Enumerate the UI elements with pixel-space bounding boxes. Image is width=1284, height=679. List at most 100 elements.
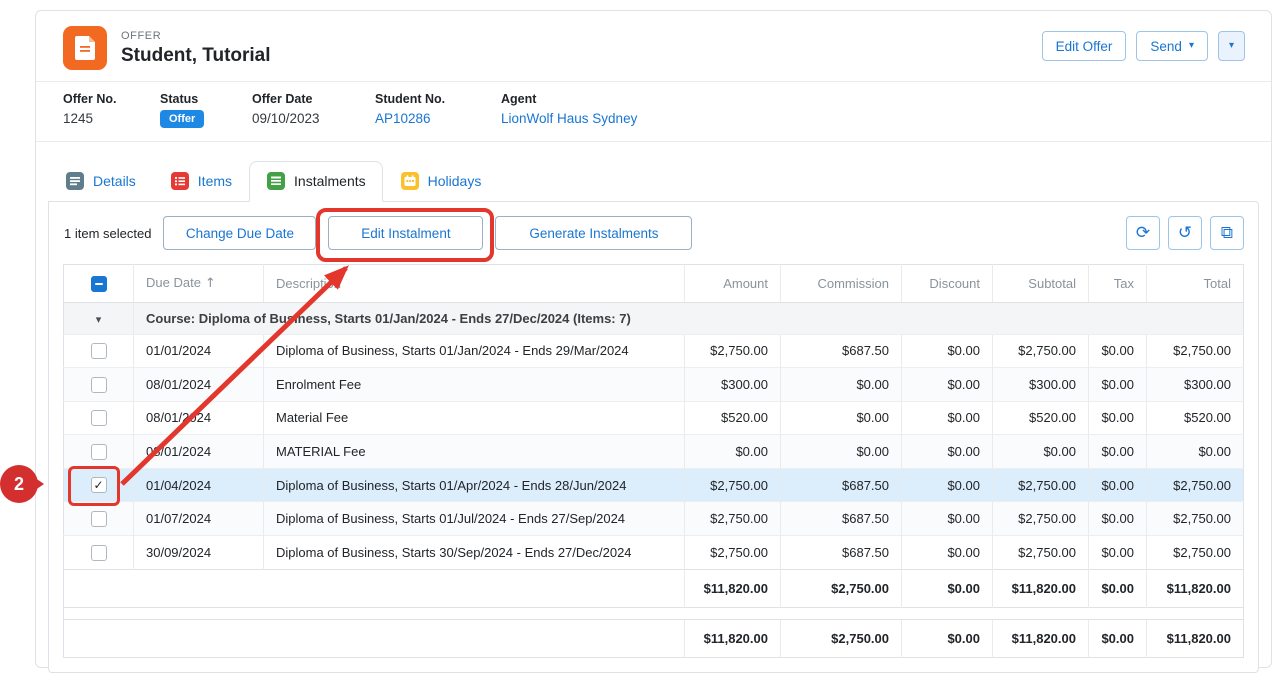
col-subtotal[interactable]: Subtotal: [993, 265, 1089, 303]
change-due-date-button[interactable]: Change Due Date: [163, 216, 316, 250]
cell-subtotal: $2,750.00: [993, 334, 1089, 368]
col-due-date[interactable]: Due Date↑: [134, 265, 264, 303]
row-checkbox[interactable]: [91, 477, 107, 493]
row-checkbox[interactable]: [91, 410, 107, 426]
generate-instalments-button[interactable]: Generate Instalments: [495, 216, 692, 250]
cell-total: $0.00: [1147, 435, 1244, 469]
cell-total: $2,750.00: [1147, 502, 1244, 536]
tab-instalments-label: Instalments: [294, 173, 366, 189]
row-checkbox[interactable]: [91, 511, 107, 527]
tabs-section: Details Items: [48, 161, 1259, 673]
grand-total-commission: $2,750.00: [781, 619, 902, 657]
offer-no-value: 1245: [63, 111, 160, 126]
sort-asc-icon: ↑: [205, 276, 216, 291]
cell-description: MATERIAL Fee: [264, 435, 685, 469]
items-icon: [170, 171, 190, 191]
cell-description: Enrolment Fee: [264, 368, 685, 402]
grand-total-total: $11,820.00: [1147, 619, 1244, 657]
cell-due-date: 01/07/2024: [134, 502, 264, 536]
col-tax[interactable]: Tax: [1089, 265, 1147, 303]
history-button[interactable]: ↺: [1168, 216, 1202, 250]
cell-due-date: 08/01/2024: [134, 401, 264, 435]
cell-tax: $0.00: [1089, 401, 1147, 435]
group-header-row: ▾ Course: Diploma of Business, Starts 01…: [64, 302, 1244, 334]
col-total[interactable]: Total: [1147, 265, 1244, 303]
offer-document-icon: [63, 26, 107, 70]
grand-total-subtotal: $11,820.00: [993, 619, 1089, 657]
cell-discount: $0.00: [902, 401, 993, 435]
cell-discount: $0.00: [902, 535, 993, 569]
instalment-row[interactable]: 08/01/2024 Enrolment Fee $300.00 $0.00 $…: [64, 368, 1244, 402]
cell-total: $2,750.00: [1147, 468, 1244, 502]
instalments-table-wrap: Due Date↑ Description Amount Commission …: [63, 264, 1244, 658]
instalment-row[interactable]: 30/09/2024 Diploma of Business, Starts 3…: [64, 535, 1244, 569]
refresh-button[interactable]: ⟳: [1126, 216, 1160, 250]
row-checkbox[interactable]: [91, 545, 107, 561]
tab-items[interactable]: Items: [153, 161, 249, 202]
cell-subtotal: $520.00: [993, 401, 1089, 435]
table-header-row: Due Date↑ Description Amount Commission …: [64, 265, 1244, 303]
cell-subtotal: $2,750.00: [993, 535, 1089, 569]
offer-date-value: 09/10/2023: [252, 111, 375, 126]
col-description[interactable]: Description: [264, 265, 685, 303]
annotation-step-marker: 2: [0, 465, 38, 503]
edit-instalment-button[interactable]: Edit Instalment: [328, 216, 483, 250]
col-discount[interactable]: Discount: [902, 265, 993, 303]
copy-button[interactable]: ⧉: [1210, 216, 1244, 250]
cell-discount: $0.00: [902, 368, 993, 402]
tab-instalments[interactable]: Instalments: [249, 161, 383, 202]
group-total-amount: $11,820.00: [685, 569, 781, 607]
agent-link[interactable]: LionWolf Haus Sydney: [501, 111, 637, 126]
cell-total: $520.00: [1147, 401, 1244, 435]
page-title: Student, Tutorial: [121, 45, 271, 67]
send-button-label: Send: [1150, 39, 1182, 54]
tab-holidays[interactable]: Holidays: [383, 161, 499, 202]
cell-due-date: 08/01/2024: [134, 368, 264, 402]
col-commission[interactable]: Commission: [781, 265, 902, 303]
selection-count-text: 1 item selected: [64, 226, 151, 241]
cell-subtotal: $300.00: [993, 368, 1089, 402]
cell-due-date: 01/01/2024: [134, 334, 264, 368]
cell-discount: $0.00: [902, 468, 993, 502]
annotation-step-number: 2: [14, 474, 24, 495]
instalments-panel: 1 item selected Change Due Date Edit Ins…: [48, 201, 1259, 673]
instalment-row[interactable]: 01/07/2024 Diploma of Business, Starts 0…: [64, 502, 1244, 536]
student-no-label: Student No.: [375, 92, 501, 106]
cell-amount: $2,750.00: [685, 334, 781, 368]
cell-commission: $687.50: [781, 502, 902, 536]
col-amount[interactable]: Amount: [685, 265, 781, 303]
offer-card: OFFER Student, Tutorial Edit Offer Send …: [35, 10, 1272, 668]
more-actions-button[interactable]: ▾: [1218, 31, 1245, 61]
instalment-row[interactable]: 08/01/2024 MATERIAL Fee $0.00 $0.00 $0.0…: [64, 435, 1244, 469]
collapse-group-icon[interactable]: ▾: [96, 313, 102, 326]
row-checkbox[interactable]: [91, 343, 107, 359]
cell-tax: $0.00: [1089, 334, 1147, 368]
cell-description: Diploma of Business, Starts 01/Jan/2024 …: [264, 334, 685, 368]
instalment-row[interactable]: 01/01/2024 Diploma of Business, Starts 0…: [64, 334, 1244, 368]
grand-total-tax: $0.00: [1089, 619, 1147, 657]
cell-commission: $687.50: [781, 334, 902, 368]
select-all-checkbox[interactable]: [91, 276, 107, 292]
cell-subtotal: $2,750.00: [993, 502, 1089, 536]
send-button[interactable]: Send ▾: [1136, 31, 1208, 61]
offer-info-bar: Offer No. 1245 Status Offer Offer Date 0…: [36, 82, 1271, 142]
cell-amount: $520.00: [685, 401, 781, 435]
status-label: Status: [160, 92, 252, 106]
student-no-link[interactable]: AP10286: [375, 111, 501, 126]
row-checkbox[interactable]: [91, 377, 107, 393]
cell-commission: $687.50: [781, 468, 902, 502]
holidays-icon: [400, 171, 420, 191]
group-total-subtotal: $11,820.00: [993, 569, 1089, 607]
cell-amount: $300.00: [685, 368, 781, 402]
refresh-icon: ⟳: [1136, 225, 1150, 242]
edit-offer-button[interactable]: Edit Offer: [1042, 31, 1127, 61]
tab-details[interactable]: Details: [48, 161, 153, 202]
status-badge: Offer: [160, 110, 204, 128]
row-checkbox[interactable]: [91, 444, 107, 460]
grand-total-row: $11,820.00 $2,750.00 $0.00 $11,820.00 $0…: [64, 619, 1244, 657]
copy-icon: ⧉: [1221, 225, 1233, 242]
chevron-down-icon: ▾: [1189, 41, 1194, 51]
instalment-row-selected[interactable]: 01/04/2024 Diploma of Business, Starts 0…: [64, 468, 1244, 502]
group-total-commission: $2,750.00: [781, 569, 902, 607]
instalment-row[interactable]: 08/01/2024 Material Fee $520.00 $0.00 $0…: [64, 401, 1244, 435]
